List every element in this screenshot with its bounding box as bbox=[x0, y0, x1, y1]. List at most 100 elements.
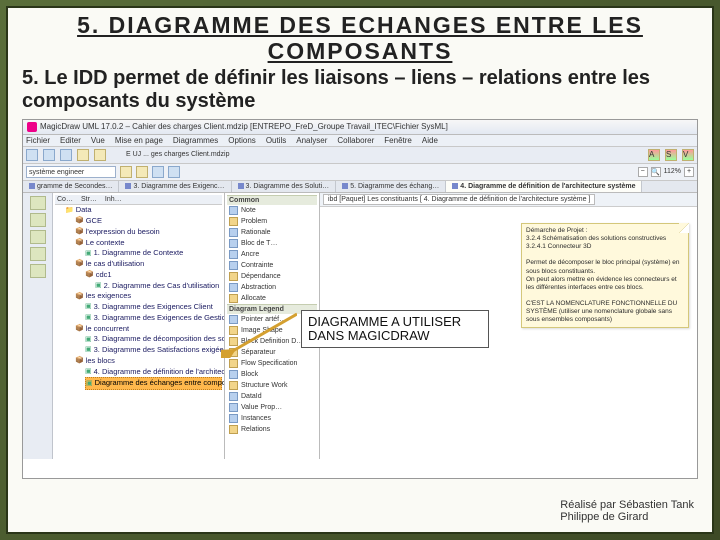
tree-item[interactable]: les exigences bbox=[75, 291, 222, 302]
slide-title: 5. DIAGRAMME DES ECHANGES ENTRE LES COMP… bbox=[8, 8, 712, 65]
letter-a-icon[interactable]: A bbox=[648, 149, 660, 161]
tree-item[interactable]: 3. Diagramme des Satisfactions exigées bbox=[85, 345, 222, 356]
menu-analyser[interactable]: Analyser bbox=[296, 136, 327, 145]
palette-item[interactable]: Rationale bbox=[227, 227, 317, 238]
tree-tab-inheritance[interactable]: Inh… bbox=[105, 196, 122, 203]
palette-item[interactable]: Allocate bbox=[227, 293, 317, 304]
tab-3-label: 5. Diagramme des échang… bbox=[350, 183, 439, 190]
dock-containment-icon[interactable] bbox=[30, 196, 46, 210]
palette-item-icon bbox=[229, 370, 238, 379]
palette-item-icon bbox=[229, 425, 238, 434]
tree-item[interactable]: cdc1 bbox=[85, 269, 222, 280]
tree-item[interactable]: 1. Diagramme de Contexte bbox=[85, 248, 222, 259]
dock-inheritance-icon[interactable] bbox=[30, 230, 46, 244]
zoom-out-icon[interactable]: − bbox=[638, 167, 648, 177]
redo-icon[interactable] bbox=[94, 149, 106, 161]
menu-mise-en-page[interactable]: Mise en page bbox=[115, 136, 163, 145]
menu-diagrammes[interactable]: Diagrammes bbox=[173, 136, 218, 145]
menu-collaborer[interactable]: Collaborer bbox=[337, 136, 374, 145]
tree-item[interactable]: l'expression du besoin bbox=[75, 226, 222, 237]
undo-icon[interactable] bbox=[77, 149, 89, 161]
tree-tab-structure[interactable]: Str… bbox=[81, 196, 97, 203]
palette-item[interactable]: Flow Specification bbox=[227, 358, 317, 369]
toolbar-primary: E UJ ... ges charges Client.mdzip A S V bbox=[23, 147, 697, 164]
new-icon[interactable] bbox=[26, 149, 38, 161]
tree-item[interactable]: le concurrent bbox=[75, 323, 222, 334]
menu-options[interactable]: Options bbox=[228, 136, 256, 145]
tab-0[interactable]: gramme de Secondes… bbox=[23, 181, 119, 192]
palette-item[interactable]: Block bbox=[227, 369, 317, 380]
magicdraw-screenshot: MagicDraw UML 17.0.2 – Cahier des charge… bbox=[22, 119, 698, 479]
tab-3[interactable]: 5. Diagramme des échang… bbox=[336, 181, 446, 192]
palette-item[interactable]: Problem bbox=[227, 216, 317, 227]
palette-item[interactable]: DataId bbox=[227, 391, 317, 402]
menu-editer[interactable]: Editer bbox=[60, 136, 81, 145]
palette-item[interactable]: Contrainte bbox=[227, 260, 317, 271]
zoom-in-icon[interactable]: + bbox=[684, 167, 694, 177]
tree-item[interactable]: les blocs bbox=[75, 355, 222, 366]
menu-fenetre[interactable]: Fenêtre bbox=[384, 136, 412, 145]
tree-tab-containment[interactable]: Co… bbox=[57, 196, 73, 203]
menu-aide[interactable]: Aide bbox=[422, 136, 438, 145]
note-line: On peut alors mettre en évidence les con… bbox=[526, 276, 684, 292]
tool-find-icon[interactable] bbox=[168, 166, 180, 178]
palette-section[interactable]: Common bbox=[227, 195, 317, 205]
save-icon[interactable] bbox=[60, 149, 72, 161]
slide-footer: Réalisé par Sébastien Tank Philippe de G… bbox=[560, 499, 694, 524]
palette-item[interactable]: Bloc de T… bbox=[227, 238, 317, 249]
tree-item[interactable]: Le contexte bbox=[75, 237, 222, 248]
palette-item[interactable]: Note bbox=[227, 205, 317, 216]
zoom-controls: − 🔍 112% + bbox=[638, 167, 694, 177]
tree-item[interactable]: 4. Diagramme de définition de l'architec… bbox=[85, 366, 222, 377]
callout-line1: DIAGRAMME A UTILISER bbox=[308, 315, 482, 329]
letter-s-icon[interactable]: S bbox=[665, 149, 677, 161]
palette-item[interactable]: Structure Work bbox=[227, 380, 317, 391]
tree-item[interactable]: 3. Diagramme des Exigences de Gestion de… bbox=[85, 312, 222, 323]
tree-item[interactable]: 3. Diagramme de décomposition des soluti… bbox=[85, 334, 222, 345]
palette-item[interactable]: Dépendance bbox=[227, 271, 317, 282]
tree-header: Co… Str… Inh… bbox=[55, 195, 222, 205]
diagram-icon bbox=[452, 183, 458, 189]
tool-print-icon[interactable] bbox=[152, 166, 164, 178]
diagram-note[interactable]: Démarche de Projet :3.2.4 Schématisation… bbox=[521, 223, 689, 329]
tab-4[interactable]: 4. Diagramme de définition de l'architec… bbox=[446, 181, 642, 192]
dock-zoom-icon[interactable] bbox=[30, 247, 46, 261]
tab-0-label: gramme de Secondes… bbox=[37, 183, 112, 190]
palette-item-icon bbox=[229, 239, 238, 248]
palette-item[interactable]: Séparateur bbox=[227, 347, 317, 358]
palette-item[interactable]: Instances bbox=[227, 413, 317, 424]
tab-1-label: 3. Diagramme des Exigenc… bbox=[133, 183, 224, 190]
tree-root[interactable]: Data bbox=[65, 205, 222, 216]
tree-item[interactable]: Diagramme des échanges entre composant… bbox=[85, 377, 222, 390]
tree-item[interactable]: 3. Diagramme des Exigences Client bbox=[85, 302, 222, 313]
dock-doc-icon[interactable] bbox=[30, 264, 46, 278]
perspective-combo[interactable]: système engineer bbox=[26, 166, 116, 178]
note-line: Permet de décomposer le bloc principal (… bbox=[526, 259, 684, 275]
tab-2[interactable]: 3. Diagramme des Soluti… bbox=[232, 181, 337, 192]
menubar: Fichier Editer Vue Mise en page Diagramm… bbox=[23, 135, 697, 147]
footer-school: Philippe de Girard bbox=[560, 511, 694, 524]
zoom-search-icon[interactable]: 🔍 bbox=[651, 167, 661, 177]
tree-item[interactable]: 2. Diagramme des Cas d'utilisation bbox=[95, 280, 222, 291]
tree-item[interactable]: GCE bbox=[75, 216, 222, 227]
palette-item[interactable]: Abstraction bbox=[227, 282, 317, 293]
tab-1[interactable]: 3. Diagramme des Exigenc… bbox=[119, 181, 231, 192]
dock-structure-icon[interactable] bbox=[30, 213, 46, 227]
menu-fichier[interactable]: Fichier bbox=[26, 136, 50, 145]
breadcrumb: E UJ ... ges charges Client.mdzip bbox=[126, 151, 230, 158]
tool-bold-icon[interactable] bbox=[136, 166, 148, 178]
menu-outils[interactable]: Outils bbox=[266, 136, 286, 145]
callout-box: DIAGRAMME A UTILISER DANS MAGICDRAW bbox=[301, 310, 489, 349]
palette-item-icon bbox=[229, 414, 238, 423]
tool-abc-icon[interactable] bbox=[120, 166, 132, 178]
palette-item[interactable]: Relations bbox=[227, 424, 317, 435]
note-line bbox=[526, 251, 684, 259]
menu-vue[interactable]: Vue bbox=[91, 136, 105, 145]
containment-tree[interactable]: Data GCEl'expression du besoinLe context… bbox=[55, 205, 222, 390]
palette-item[interactable]: Value Prop… bbox=[227, 402, 317, 413]
palette-item[interactable]: Ancre bbox=[227, 249, 317, 260]
open-icon[interactable] bbox=[43, 149, 55, 161]
letter-v-icon[interactable]: V bbox=[682, 149, 694, 161]
tree-item[interactable]: le cas d'utilisation bbox=[75, 259, 222, 270]
palette-item-icon bbox=[229, 294, 238, 303]
